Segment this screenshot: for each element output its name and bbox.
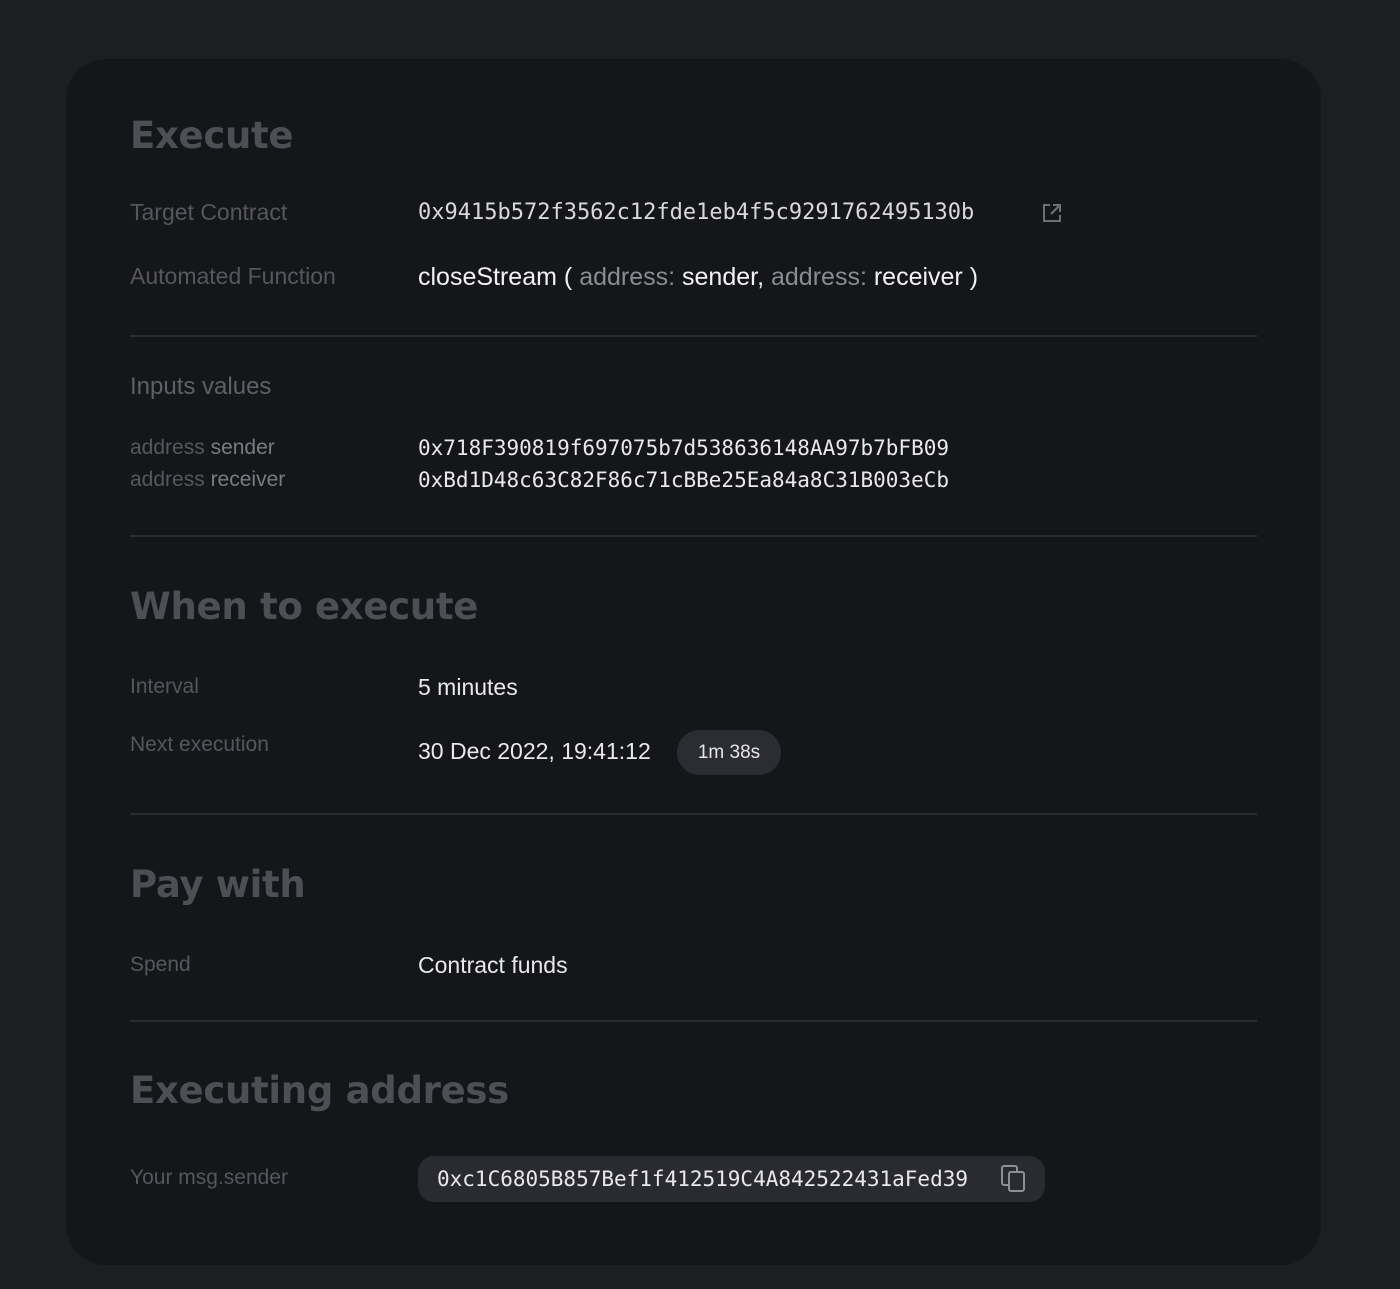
function-open-paren: (: [563, 263, 573, 291]
input-type: address: [130, 468, 205, 491]
interval-label: Interval: [130, 675, 199, 698]
automated-function-label: Automated Function: [130, 263, 336, 289]
msg-sender-address-pill[interactable]: 0xc1C6805B857Bef1f412519C4A842522431aFed…: [418, 1156, 1045, 1202]
msg-sender-label: Your msg.sender: [130, 1166, 288, 1189]
divider: [130, 813, 1257, 815]
input-value-sender: 0x718F390819f697075b7d538636148AA97b7bFB…: [418, 436, 950, 460]
function-close-paren: ): [969, 263, 979, 291]
execute-section-title: Execute: [130, 114, 294, 157]
task-details-card: Execute Target Contract 0x9415b572f3562c…: [66, 59, 1321, 1265]
spend-label: Spend: [130, 953, 191, 976]
countdown-badge: 1m 38s: [677, 730, 781, 775]
interval-value: 5 minutes: [418, 674, 518, 700]
divider: [130, 535, 1257, 537]
executing-section-title: Executing address: [130, 1069, 509, 1112]
next-execution-value: 30 Dec 2022, 19:41:12: [418, 738, 651, 764]
divider: [130, 1020, 1257, 1022]
pay-section-title: Pay with: [130, 863, 306, 906]
input-row-label-receiver: address receiver: [130, 468, 285, 492]
input-name: receiver: [210, 468, 286, 491]
input-value-receiver: 0xBd1D48c63C82F86c71cBBe25Ea84a8C31B003e…: [418, 468, 950, 492]
function-param1-type: address:: [579, 263, 676, 291]
function-param1-name: sender,: [682, 263, 765, 291]
function-param2-name: receiver: [873, 263, 963, 291]
input-type: address: [130, 436, 205, 459]
spend-value: Contract funds: [418, 952, 568, 978]
input-row-label-sender: address sender: [130, 436, 275, 460]
target-contract-label: Target Contract: [130, 199, 288, 225]
when-section-title: When to execute: [130, 585, 479, 628]
copy-icon[interactable]: [1000, 1164, 1028, 1194]
inputs-section-title: Inputs values: [130, 373, 272, 400]
function-name: closeStream: [418, 263, 557, 291]
automated-function-value: closeStream ( address: sender, address: …: [418, 263, 978, 292]
external-link-icon[interactable]: [1041, 202, 1063, 224]
target-contract-value: 0x9415b572f3562c12fde1eb4f5c929176249513…: [418, 200, 975, 225]
msg-sender-address: 0xc1C6805B857Bef1f412519C4A842522431aFed…: [437, 1167, 969, 1191]
next-execution-label: Next execution: [130, 733, 269, 756]
input-name: sender: [210, 436, 275, 459]
divider: [130, 335, 1257, 337]
function-param2-type: address:: [771, 263, 867, 291]
